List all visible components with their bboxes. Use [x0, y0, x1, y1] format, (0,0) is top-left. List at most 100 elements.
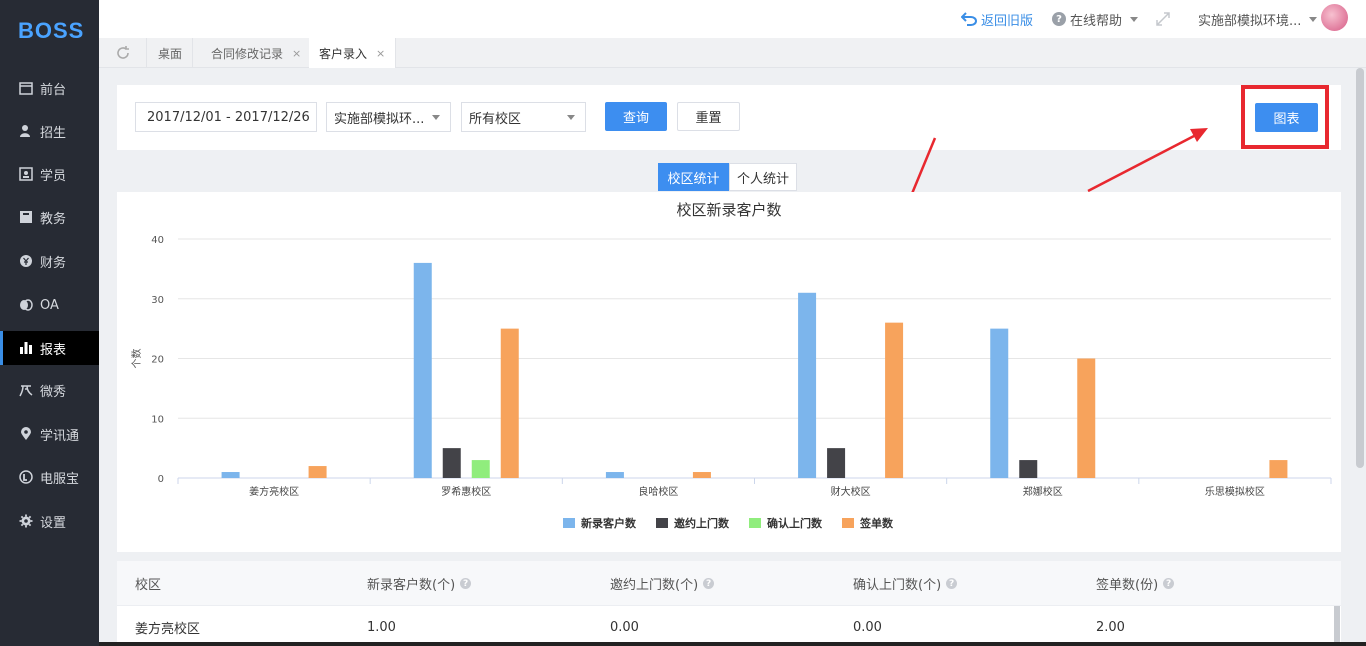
campus-select[interactable]: 所有校区	[461, 102, 586, 132]
sidebar-item-8[interactable]: 学讯通	[0, 417, 99, 451]
refresh-button[interactable]	[99, 38, 147, 68]
sidebar-item-label: 学员	[40, 168, 67, 184]
chart-panel: 校区新录客户数 0 10 20 30 40 个数 姜方亮校区 罗希惠校区 良哈校区 财大校区 郑娜校区…	[117, 192, 1341, 552]
table-header-cell: 确认上门数(个)?	[853, 561, 958, 606]
legend-swatch	[656, 518, 668, 528]
sparkle-icon	[19, 383, 33, 397]
online-help-link[interactable]: ? 在线帮助	[1052, 0, 1139, 38]
legend-label: 新录客户数	[581, 516, 637, 530]
x-tick-label: 罗希惠校区	[441, 485, 491, 498]
fullscreen-button[interactable]	[1155, 0, 1171, 38]
book-icon	[19, 210, 33, 224]
location-icon	[19, 427, 33, 441]
x-tick-label: 郑娜校区	[1023, 485, 1063, 498]
close-icon[interactable]: ×	[292, 47, 301, 60]
tab-contract-edit-log[interactable]: 合同修改记录 ×	[201, 38, 313, 68]
bar	[990, 328, 1009, 478]
org-select[interactable]: 实施部模拟环...	[326, 102, 451, 132]
sidebar-item-label: 财务	[40, 255, 67, 271]
bar	[1077, 358, 1096, 478]
table-cell: 2.00	[1096, 619, 1125, 635]
legend-swatch	[842, 518, 854, 528]
undo-icon	[961, 12, 977, 26]
chevron-down-icon	[567, 115, 575, 120]
gear-icon	[19, 514, 33, 528]
y-tick-label: 10	[151, 414, 164, 425]
tab-desktop[interactable]: 桌面	[148, 38, 194, 68]
app-logo[interactable]: BOSS	[0, 0, 99, 62]
x-tick-label: 姜方亮校区	[249, 485, 299, 498]
table-header-row: 校区 新录客户数(个)? 邀约上门数(个)? 确认上门数(个)? 签单数(份)?	[117, 561, 1341, 606]
x-tick-label: 财大校区	[831, 485, 871, 498]
help-icon[interactable]: ?	[946, 578, 958, 589]
reset-button[interactable]: 重置	[677, 102, 740, 131]
sidebar-item-label: 学讯通	[40, 428, 80, 444]
help-icon[interactable]: ?	[1163, 578, 1175, 589]
table-header-cell: 校区	[135, 578, 162, 593]
date-range-input[interactable]: 2017/12/01 - 2017/12/26	[135, 102, 317, 132]
bar	[1019, 460, 1038, 478]
legend-label: 邀约上门数	[674, 516, 730, 530]
avatar[interactable]	[1321, 4, 1348, 31]
online-help-label: 在线帮助	[1070, 13, 1123, 29]
y-tick-label: 0	[158, 474, 164, 485]
sidebar-item-4[interactable]: 财务	[0, 244, 99, 278]
org-switcher-label: 实施部模拟环境...	[1198, 13, 1302, 29]
sidebar-item-10[interactable]: 设置	[0, 504, 99, 538]
question-circle-icon: ?	[1052, 12, 1066, 26]
data-table: 校区 新录客户数(个)? 邀约上门数(个)? 确认上门数(个)? 签单数(份)?…	[117, 561, 1341, 646]
sidebar-item-label: OA	[40, 297, 59, 313]
tab-personal-stats[interactable]: 个人统计	[729, 163, 797, 191]
x-tick-label: 乐思模拟校区	[1205, 485, 1265, 498]
user-add-icon	[19, 124, 33, 138]
bar	[885, 322, 904, 478]
sidebar-item-1[interactable]: 招生	[0, 114, 99, 148]
bottom-bar	[99, 642, 1366, 646]
highlight-annotation	[1241, 85, 1329, 149]
table-header-cell: 新录客户数(个)?	[367, 561, 472, 606]
bar	[221, 472, 240, 478]
tab-campus-stats[interactable]: 校区统计	[658, 163, 729, 191]
bar	[471, 460, 490, 478]
tab-customer-entry[interactable]: 客户录入 ×	[309, 38, 397, 68]
sidebar-item-2[interactable]: 学员	[0, 157, 99, 191]
sidebar-item-5[interactable]: OA	[0, 288, 99, 322]
page-scrollbar[interactable]	[1356, 68, 1364, 468]
bar	[442, 448, 461, 478]
legend-label: 签单数	[859, 516, 894, 530]
close-icon[interactable]: ×	[376, 47, 385, 60]
help-icon[interactable]: ?	[703, 578, 715, 589]
sidebar-item-6[interactable]: 报表	[0, 331, 99, 365]
table-cell: 0.00	[853, 619, 882, 635]
org-switcher[interactable]: 实施部模拟环境...	[1198, 0, 1318, 38]
sidebar-item-9[interactable]: 电服宝	[0, 460, 99, 494]
org-select-value: 实施部模拟环...	[334, 111, 425, 127]
back-to-old-version-link[interactable]: 返回旧版	[961, 0, 1033, 38]
query-button[interactable]: 查询	[605, 102, 667, 131]
sidebar: BOSS 前台招生学员教务财务 OA 报表微秀学讯通电服宝设置	[0, 0, 99, 646]
table-header-cell: 签单数(份)?	[1096, 561, 1175, 606]
bar-chart: 校区新录客户数 0 10 20 30 40 个数姜方亮校区 罗希惠校区 良哈校区 财大校区 郑娜校区…	[130, 201, 1332, 530]
bar	[692, 472, 711, 478]
tab-label: 桌面	[158, 46, 183, 61]
table-scrollbar[interactable]	[1334, 606, 1340, 646]
sidebar-item-7[interactable]: 微秀	[0, 373, 99, 407]
expand-icon	[1156, 12, 1170, 26]
bar-chart-icon	[19, 341, 33, 355]
refresh-icon	[116, 46, 129, 59]
table-cell: 姜方亮校区	[135, 621, 201, 637]
id-card-icon	[19, 167, 33, 181]
sidebar-item-0[interactable]: 前台	[0, 71, 99, 105]
y-tick-label: 40	[151, 235, 164, 246]
legend-swatch	[563, 518, 575, 528]
bar	[827, 448, 846, 478]
back-to-old-version-label: 返回旧版	[981, 13, 1034, 29]
chevron-down-icon	[1309, 16, 1318, 22]
sidebar-item-3[interactable]: 教务	[0, 200, 99, 234]
y-tick-label: 30	[151, 295, 164, 306]
y-tick-label: 20	[151, 355, 164, 366]
chevron-down-icon	[432, 115, 440, 120]
sidebar-item-label: 电服宝	[40, 471, 80, 487]
help-icon[interactable]: ?	[460, 578, 472, 589]
tab-label: 客户录入	[319, 46, 368, 61]
